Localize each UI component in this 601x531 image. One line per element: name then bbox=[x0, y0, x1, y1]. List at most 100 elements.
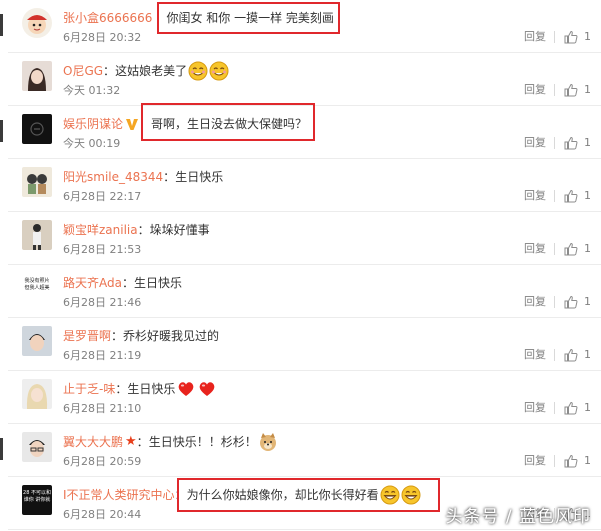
action-divider bbox=[554, 455, 555, 467]
like-count: 1 bbox=[584, 295, 591, 308]
user-avatar[interactable] bbox=[22, 379, 52, 409]
thumbs-up-icon bbox=[564, 348, 584, 362]
action-divider bbox=[554, 137, 555, 149]
comment-item: 阳光smile_48344：生日快乐 6月28日 22:17 回复 1 bbox=[8, 159, 601, 212]
like-button[interactable]: 1 bbox=[564, 454, 591, 468]
thumbs-up-icon bbox=[564, 83, 584, 97]
reply-button[interactable]: 回复 bbox=[524, 295, 546, 309]
comment-time: 今天 01:32 bbox=[63, 84, 121, 97]
comment-actions: 回复 1 bbox=[524, 83, 591, 97]
user-avatar[interactable]: 我没有照片 但我人超美 bbox=[22, 273, 52, 303]
comment-actions: 回复 1 bbox=[524, 136, 591, 150]
comment-actions: 回复 1 bbox=[524, 242, 591, 256]
highlight-box bbox=[177, 478, 440, 512]
heart-emoji bbox=[197, 379, 217, 399]
username-link[interactable]: I不正常人类研究中心 bbox=[63, 487, 175, 503]
user-avatar[interactable] bbox=[22, 167, 52, 197]
like-button[interactable]: 1 bbox=[564, 295, 591, 309]
username-link[interactable]: 是罗晋啊 bbox=[63, 328, 111, 344]
comment-actions: 回复 1 bbox=[524, 348, 591, 362]
comment-item: 是罗晋啊：乔杉好暖我见过的 6月28日 21:19 回复 1 bbox=[8, 318, 601, 371]
like-button[interactable]: 1 bbox=[564, 401, 591, 415]
user-avatar[interactable]: 28 不可以和谁你 讲你就 bbox=[22, 485, 52, 515]
like-button[interactable]: 1 bbox=[564, 30, 591, 44]
action-divider bbox=[554, 84, 555, 96]
thumbs-up-icon bbox=[564, 295, 584, 309]
username-link[interactable]: 娱乐阴谋论 bbox=[63, 116, 123, 132]
username-link[interactable]: O尼GG bbox=[63, 63, 103, 79]
action-divider bbox=[554, 31, 555, 43]
username-link[interactable]: 路天齐Ada bbox=[63, 275, 122, 291]
username-link[interactable]: 翼大大大鹏 bbox=[63, 434, 123, 450]
reply-button[interactable]: 回复 bbox=[524, 401, 546, 415]
user-avatar[interactable] bbox=[22, 61, 52, 91]
comment-time: 6月28日 20:44 bbox=[63, 508, 142, 521]
comment-item: 我没有照片 但我人超美 路天齐Ada：生日快乐 6月28日 21:46 回复 1 bbox=[8, 265, 601, 318]
avatar-text: 我没有照片 但我人超美 bbox=[24, 278, 50, 291]
like-button[interactable]: 1 bbox=[564, 348, 591, 362]
like-count: 1 bbox=[584, 30, 591, 43]
user-avatar[interactable] bbox=[22, 326, 52, 356]
reply-button[interactable]: 回复 bbox=[524, 189, 546, 203]
like-button[interactable]: 1 bbox=[564, 83, 591, 97]
comment-line: O尼GG：这姑娘老美了 bbox=[63, 61, 229, 81]
like-count: 1 bbox=[584, 136, 591, 149]
user-avatar[interactable] bbox=[22, 114, 52, 144]
doge-emoji bbox=[258, 432, 278, 452]
reply-button[interactable]: 回复 bbox=[524, 242, 546, 256]
comment-time: 6月28日 20:59 bbox=[63, 455, 142, 468]
comment-time: 6月28日 21:53 bbox=[63, 243, 142, 256]
comment-item: 颖宝咩zanilia：垛垛好懂事 6月28日 21:53 回复 1 bbox=[8, 212, 601, 265]
watermark: 头条号 / 蓝色风印 bbox=[445, 507, 591, 527]
user-avatar[interactable] bbox=[22, 8, 52, 38]
heart-emoji bbox=[176, 379, 196, 399]
reply-button[interactable]: 回复 bbox=[524, 136, 546, 150]
like-count: 1 bbox=[584, 242, 591, 255]
username-link[interactable]: 颖宝咩zanilia bbox=[63, 222, 138, 238]
user-avatar[interactable] bbox=[22, 432, 52, 462]
thumbs-up-icon bbox=[564, 189, 584, 203]
thumbs-up-icon bbox=[564, 401, 584, 415]
comment-time: 6月28日 20:32 bbox=[63, 31, 142, 44]
left-edge-mark bbox=[0, 14, 3, 36]
action-divider bbox=[554, 243, 555, 255]
comment-item: O尼GG：这姑娘老美了今天 01:32 回复 1 bbox=[8, 53, 601, 106]
reply-button[interactable]: 回复 bbox=[524, 348, 546, 362]
comment-line: 颖宝咩zanilia：垛垛好懂事 bbox=[63, 221, 210, 239]
reply-button[interactable]: 回复 bbox=[524, 83, 546, 97]
comment-text: 生日快乐 bbox=[175, 170, 224, 184]
username-link[interactable]: 阳光smile_48344 bbox=[63, 169, 163, 185]
comment-line: 止于乏-味：生日快乐 bbox=[63, 380, 217, 398]
highlight-box bbox=[141, 103, 315, 141]
like-button[interactable]: 1 bbox=[564, 189, 591, 203]
comment-actions: 回复 1 bbox=[524, 30, 591, 44]
avatar-text: 28 不可以和谁你 讲你就 bbox=[23, 490, 51, 503]
thumbs-up-icon bbox=[564, 242, 584, 256]
colon-separator: ： bbox=[111, 329, 124, 343]
comment-line: 翼大大大鹏 ★：生日快乐！！杉杉！ bbox=[63, 433, 278, 451]
comment-item: 止于乏-味：生日快乐 6月28日 21:10 回复 1 bbox=[8, 371, 601, 424]
comment-actions: 回复 1 bbox=[524, 401, 591, 415]
action-divider bbox=[554, 402, 555, 414]
like-button[interactable]: 1 bbox=[564, 242, 591, 256]
comment-actions: 回复 1 bbox=[524, 189, 591, 203]
reply-button[interactable]: 回复 bbox=[524, 30, 546, 44]
thumbs-up-icon bbox=[564, 454, 584, 468]
username-link[interactable]: 张小盒6666666 bbox=[63, 10, 152, 26]
like-count: 1 bbox=[584, 348, 591, 361]
user-avatar[interactable] bbox=[22, 220, 52, 250]
colon-separator: ： bbox=[115, 382, 128, 396]
comment-item: 翼大大大鹏 ★：生日快乐！！杉杉！ 6月28日 20:59 回复 1 bbox=[8, 424, 601, 477]
like-button[interactable]: 1 bbox=[564, 136, 591, 150]
left-edge-mark bbox=[0, 438, 3, 460]
verified-v-icon bbox=[123, 117, 139, 131]
reply-button[interactable]: 回复 bbox=[524, 454, 546, 468]
comment-time: 6月28日 21:46 bbox=[63, 296, 142, 309]
like-count: 1 bbox=[584, 83, 591, 96]
comment-line: 是罗晋啊：乔杉好暖我见过的 bbox=[63, 327, 219, 345]
like-count: 1 bbox=[584, 189, 591, 202]
comment-line: 阳光smile_48344：生日快乐 bbox=[63, 168, 223, 186]
colon-separator: ： bbox=[121, 276, 134, 290]
highlight-box bbox=[157, 2, 340, 34]
username-link[interactable]: 止于乏-味 bbox=[63, 381, 115, 397]
